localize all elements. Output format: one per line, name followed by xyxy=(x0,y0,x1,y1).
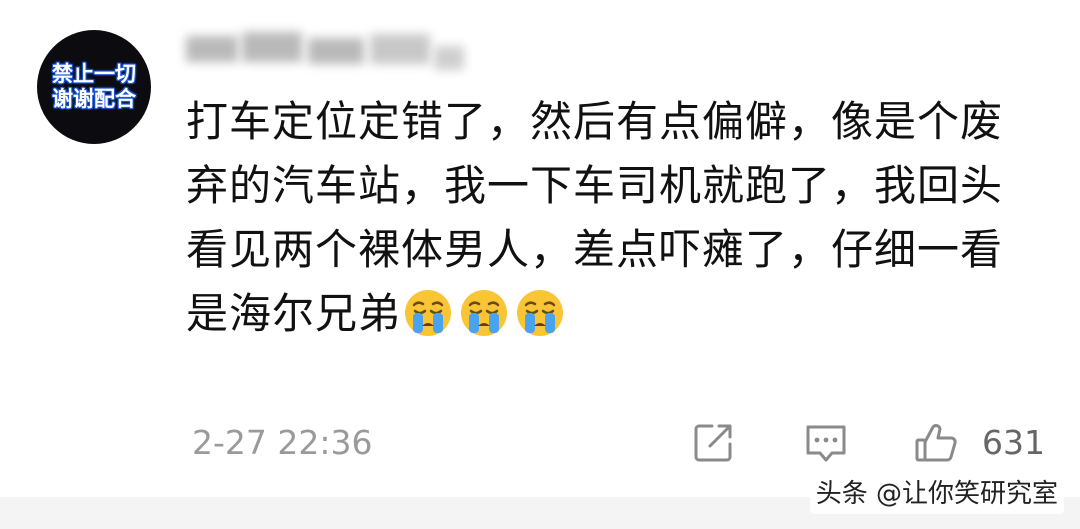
comment-line-4-text: 是海尔兄弟 xyxy=(186,289,402,338)
avatar-text-line-1: 禁止一切 xyxy=(52,62,136,86)
comment-timestamp: 2-27 22:36 xyxy=(192,423,373,462)
comment-line-1: 打车定位定错了，然后有点偏僻，像是个废 xyxy=(186,97,1004,146)
crying-face-icon xyxy=(405,290,452,336)
comment-icon[interactable] xyxy=(802,418,850,466)
username-blurred[interactable] xyxy=(186,30,468,74)
watermark: 头条 @让你笑研究室 xyxy=(809,474,1064,514)
crying-face-icon xyxy=(461,290,508,336)
comment-line-3: 看见两个裸体男人，差点吓瘫了，仔细一看 xyxy=(186,225,1004,274)
comment-body: 打车定位定错了，然后有点偏僻，像是个废 弃的汽车站，我一下车司机就跑了，我回头 … xyxy=(186,90,1056,346)
comment-line-2: 弃的汽车站，我一下车司机就跑了，我回头 xyxy=(186,161,1004,210)
user-avatar[interactable]: 禁止一切 谢谢配合 xyxy=(37,30,151,144)
thumbs-up-icon[interactable] xyxy=(912,418,960,466)
share-icon[interactable] xyxy=(690,418,738,466)
crying-face-icon xyxy=(517,290,564,336)
avatar-text-line-2: 谢谢配合 xyxy=(52,87,136,111)
like-count: 631 xyxy=(982,423,1045,462)
emoji-group xyxy=(403,288,571,356)
comment-line-4: 是海尔兄弟 xyxy=(186,282,1056,346)
